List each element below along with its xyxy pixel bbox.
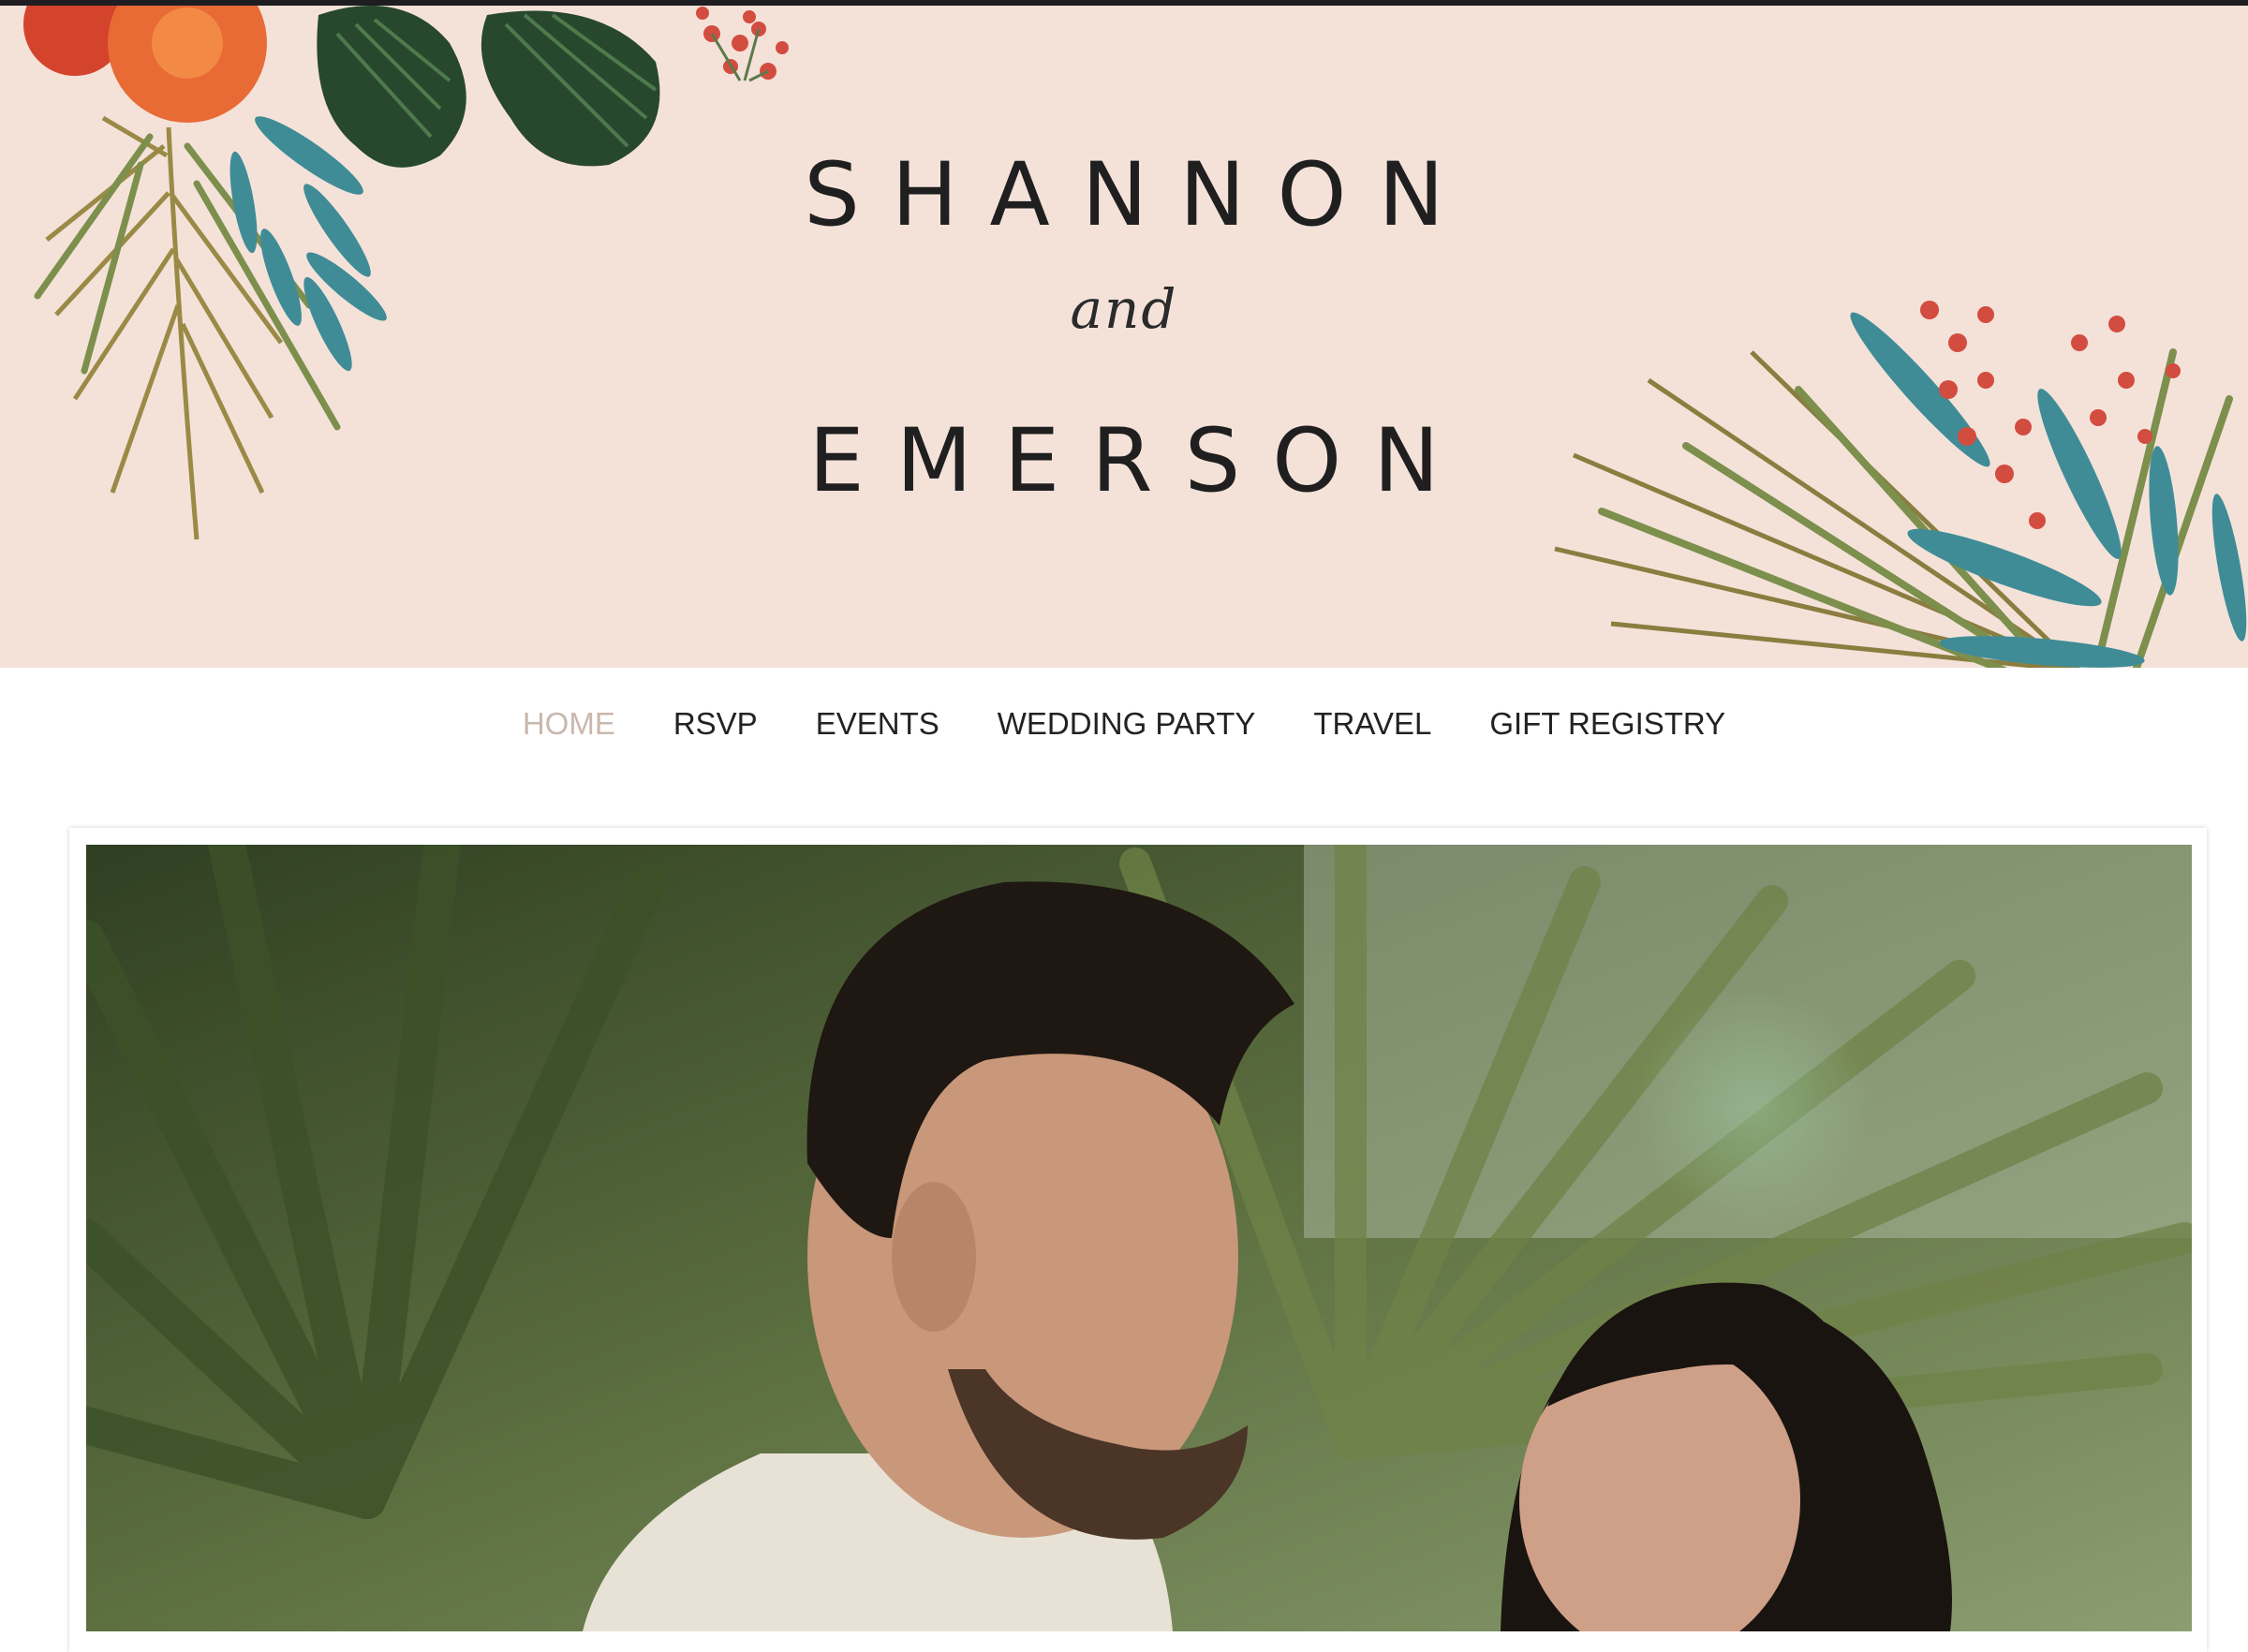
couple-name-second: EMERSON	[808, 410, 1472, 512]
couple-portrait-illustration	[86, 845, 2192, 1631]
nav-item-rsvp[interactable]: RSVP	[673, 706, 758, 742]
nav-item-gift-registry[interactable]: GIFT REGISTRY	[1489, 706, 1725, 742]
nav-item-home[interactable]: HOME	[523, 706, 615, 742]
couple-name-first: SHANNON	[804, 144, 1476, 246]
main-navigation: HOME RSVP EVENTS WEDDING PARTY TRAVEL GI…	[0, 668, 2248, 780]
hero-banner: SHANNON and EMERSON	[0, 6, 2248, 668]
nav-item-travel[interactable]: TRAVEL	[1313, 706, 1431, 742]
couple-portrait-photo	[86, 845, 2192, 1631]
nav-item-events[interactable]: EVENTS	[816, 706, 939, 742]
nav-item-wedding-party[interactable]: WEDDING PARTY	[998, 706, 1256, 742]
couple-name-connector: and	[1070, 277, 1178, 341]
